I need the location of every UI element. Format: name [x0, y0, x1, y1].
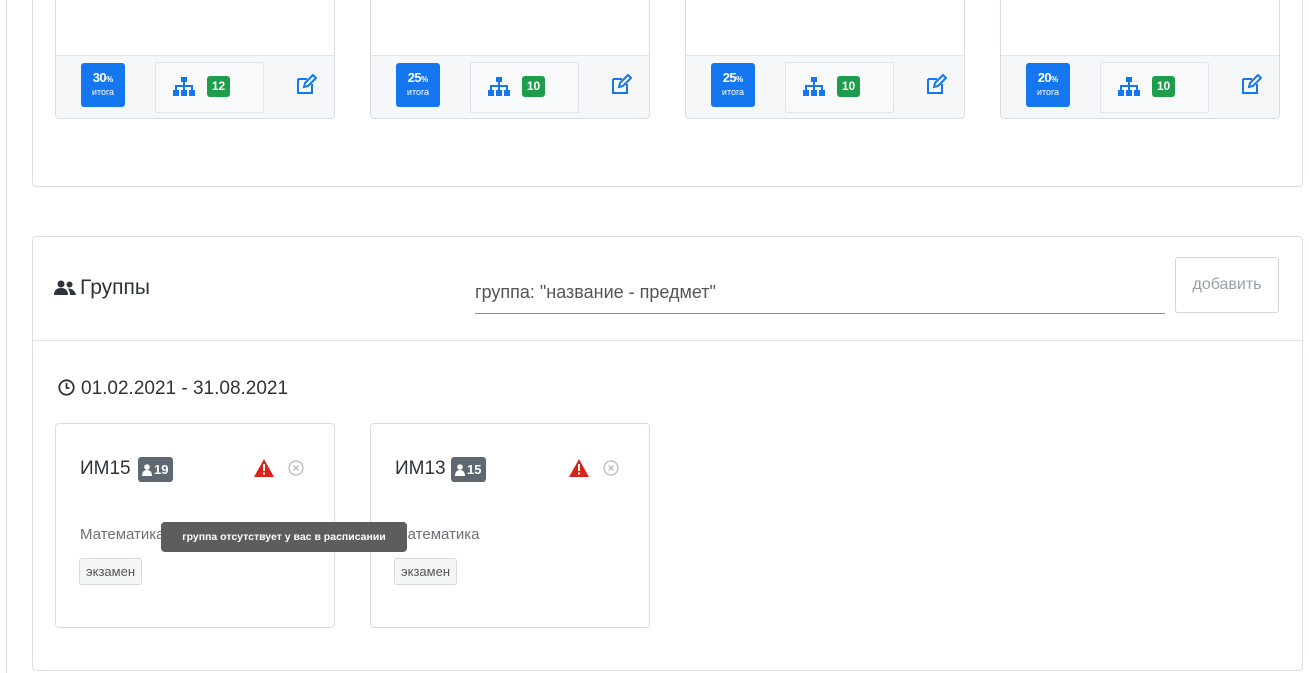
- percent-label: итога: [406, 87, 430, 97]
- subtasks-count: 12: [207, 76, 230, 97]
- percent-unit: %: [1051, 75, 1059, 84]
- sitemap-icon: [1118, 77, 1140, 96]
- subtasks-button[interactable]: 12: [155, 62, 264, 113]
- subtasks-count: 10: [1152, 76, 1175, 97]
- warning-triangle-icon[interactable]: [254, 459, 274, 477]
- subtasks-count: 10: [522, 76, 545, 97]
- sitemap-icon: [173, 77, 195, 96]
- group-subject: Математика: [80, 526, 165, 543]
- exam-tag: экзамен: [79, 558, 143, 585]
- edit-icon[interactable]: [295, 74, 317, 96]
- remove-circle-icon[interactable]: [603, 460, 619, 476]
- sitemap-icon: [488, 77, 510, 96]
- add-group-button[interactable]: добавить: [1175, 257, 1279, 313]
- groups-header: Группы добавить: [33, 237, 1302, 341]
- percent-label: итога: [91, 87, 115, 97]
- groups-title: Группы: [80, 276, 150, 299]
- sitemap-icon: [803, 77, 825, 96]
- tooltip: группа отсутствует у вас в расписании: [161, 522, 407, 552]
- percent-badge: 20% итога: [1026, 63, 1070, 107]
- assessment-card: 20% итога 10: [1000, 0, 1280, 119]
- percent-unit: %: [106, 75, 114, 84]
- assessment-card-footer: 25% итога 10: [686, 55, 964, 118]
- subtasks-button[interactable]: 10: [785, 62, 894, 113]
- warning-triangle-icon[interactable]: [569, 459, 589, 477]
- percent-value: 30: [92, 70, 107, 85]
- percent-unit: %: [421, 75, 429, 84]
- student-count: 15: [467, 462, 482, 477]
- group-search-input[interactable]: [475, 271, 1165, 314]
- user-icon: [455, 464, 465, 476]
- assessment-card: 30% итога 12: [55, 0, 335, 119]
- subtasks-count: 10: [837, 76, 860, 97]
- percent-badge: 30% итога: [81, 63, 125, 107]
- percent-value: 20: [1037, 70, 1052, 85]
- clock-icon: [58, 379, 75, 396]
- group-name: ИМ13: [395, 458, 446, 479]
- student-count: 19: [154, 462, 169, 477]
- exam-tag: экзамен: [394, 558, 458, 585]
- percent-unit: %: [736, 75, 744, 84]
- period-header: 01.02.2021 - 31.08.2021: [58, 378, 288, 400]
- group-name: ИМ15: [80, 458, 131, 479]
- users-icon: [54, 280, 76, 295]
- percent-value: 25: [722, 70, 737, 85]
- percent-badge: 25% итога: [396, 63, 440, 107]
- percent-value: 25: [407, 70, 422, 85]
- assessment-card-footer: 30% итога 12: [56, 55, 334, 118]
- page-left-border: [6, 0, 7, 673]
- edit-icon[interactable]: [1240, 74, 1262, 96]
- subtasks-button[interactable]: 10: [470, 62, 579, 113]
- subtasks-button[interactable]: 10: [1100, 62, 1209, 113]
- assessment-card: 25% итога 10: [370, 0, 650, 119]
- edit-icon[interactable]: [610, 74, 632, 96]
- group-card[interactable]: ИМ13 15 Математика экзамен: [370, 423, 650, 628]
- percent-label: итога: [721, 87, 745, 97]
- student-count-badge: 15: [451, 457, 487, 482]
- percent-label: итога: [1036, 87, 1060, 97]
- edit-icon[interactable]: [925, 74, 947, 96]
- percent-badge: 25% итога: [711, 63, 755, 107]
- user-icon: [142, 464, 152, 476]
- remove-circle-icon[interactable]: [288, 460, 304, 476]
- student-count-badge: 19: [138, 457, 174, 482]
- groups-panel: Группы добавить 01.02.2021 - 31.08.2021 …: [32, 236, 1303, 671]
- assessment-card-footer: 20% итога 10: [1001, 55, 1279, 118]
- assessment-panel: 30% итога 12 25% итога 10 25% итога 10 2…: [32, 0, 1303, 187]
- group-subject: Математика: [395, 526, 480, 543]
- period-text: 01.02.2021 - 31.08.2021: [81, 378, 289, 399]
- assessment-card: 25% итога 10: [685, 0, 965, 119]
- assessment-card-footer: 25% итога 10: [371, 55, 649, 118]
